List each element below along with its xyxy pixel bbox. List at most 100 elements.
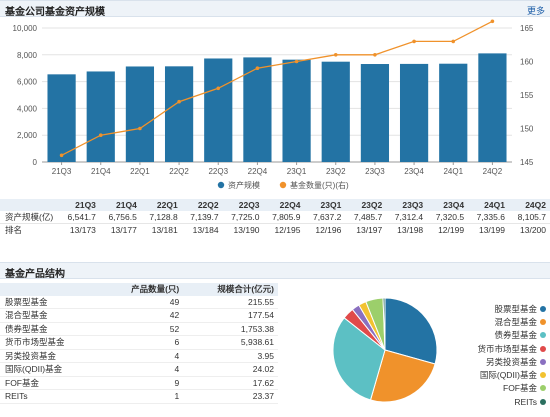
table-cell: 7,637.2 bbox=[304, 211, 346, 224]
fund-count: 4 bbox=[101, 349, 184, 363]
line-point bbox=[490, 19, 495, 24]
table-header-cell: 23Q1 bbox=[304, 199, 346, 211]
legend-dot bbox=[540, 358, 546, 365]
x-tick-label: 23Q1 bbox=[287, 167, 307, 176]
fund-scale: 177.54 bbox=[183, 308, 278, 323]
x-tick-label: 21Q4 bbox=[91, 167, 111, 176]
product-structure-pie bbox=[332, 297, 438, 403]
x-tick-label: 22Q3 bbox=[208, 167, 228, 176]
table-cell: 7,805.9 bbox=[263, 211, 305, 224]
pie-legend-item[interactable]: REITs bbox=[466, 395, 550, 408]
y-right-tick-label: 160 bbox=[520, 58, 534, 67]
legend-dot bbox=[540, 372, 546, 379]
line-point bbox=[451, 39, 456, 44]
table-row: 排名 13/173 13/177 13/181 13/184 13/190 12… bbox=[0, 224, 550, 237]
line-point bbox=[138, 126, 142, 131]
table-row: 混合型基金 42 177.54 bbox=[0, 308, 278, 323]
fund-scale: 24.02 bbox=[183, 362, 278, 377]
legend-dot bbox=[540, 345, 546, 352]
x-tick-label: 22Q2 bbox=[169, 167, 189, 176]
legend-label: 股票型基金 bbox=[494, 303, 537, 314]
table-cell: 7,139.7 bbox=[181, 211, 223, 224]
fund-type-label: 另类投资基金 bbox=[0, 349, 101, 363]
table-header-cell: 22Q2 bbox=[181, 199, 223, 211]
y-left-tick-label: 0 bbox=[33, 158, 38, 167]
legend-dot bbox=[540, 332, 546, 339]
table-row: 国际(QDII)基金 4 24.02 bbox=[0, 362, 278, 377]
line-point bbox=[373, 53, 377, 57]
fund-scale: 5,938.61 bbox=[183, 335, 278, 350]
table-cell: 7,312.4 bbox=[386, 211, 428, 224]
line-point bbox=[59, 153, 64, 158]
line-point bbox=[98, 133, 103, 137]
table-header-cell: 23Q3 bbox=[386, 199, 428, 211]
line-point bbox=[294, 59, 299, 64]
pie-legend-item[interactable]: 混合型基金 bbox=[466, 315, 550, 328]
x-tick-label: 23Q3 bbox=[365, 167, 385, 176]
x-tick-label: 24Q1 bbox=[443, 167, 463, 176]
fund-type-label: 股票型基金 bbox=[0, 295, 101, 309]
table-header-cell bbox=[0, 199, 59, 211]
fund-count: 9 bbox=[101, 376, 184, 390]
table-row: 债券型基金 52 1,753.38 bbox=[0, 322, 278, 336]
bar bbox=[164, 66, 194, 162]
table-row: 资产规模(亿) 6,541.7 6,756.5 7,128.8 7,139.7 … bbox=[0, 211, 550, 224]
legend-label: FOF基金 bbox=[503, 383, 537, 394]
bar bbox=[47, 74, 76, 162]
x-tick-label: 24Q2 bbox=[483, 167, 503, 176]
pie-legend-item[interactable]: 国际(QDII)基金 bbox=[466, 368, 550, 381]
section-header-asset-scale: 基金公司基金资产规模 更多 bbox=[0, 0, 550, 18]
legend-dot bbox=[540, 305, 546, 312]
row-label: 资产规模(亿) bbox=[0, 211, 59, 224]
table-cell: 7,320.5 bbox=[427, 211, 469, 224]
legend-label: 另类投资基金 bbox=[485, 356, 537, 367]
table-cell: 13/184 bbox=[192, 225, 219, 235]
line-point bbox=[333, 53, 338, 57]
pie-legend-item[interactable]: 货币市场型基金 bbox=[466, 342, 550, 355]
table-cell: 8,105.7 bbox=[508, 211, 550, 224]
table-header-cell: 24Q1 bbox=[468, 199, 509, 211]
fund-type-label: 国际(QDII)基金 bbox=[0, 362, 101, 377]
y-right-tick-label: 155 bbox=[520, 91, 534, 100]
table-cell: 7,725.0 bbox=[222, 211, 264, 224]
x-tick-label: 23Q2 bbox=[326, 167, 346, 176]
table-header-cell: 22Q1 bbox=[140, 199, 182, 211]
fund-scale: 3.95 bbox=[183, 349, 278, 363]
pie-legend-item[interactable]: FOF基金 bbox=[466, 382, 550, 395]
pie-legend: 股票型基金 混合型基金 债券型基金 货币市场型基金 另类投资基金 国际(QDII… bbox=[466, 302, 550, 408]
x-tick-label: 22Q1 bbox=[130, 167, 150, 176]
table-row: 股票型基金 49 215.55 bbox=[0, 295, 278, 309]
table-header-row: 产品数量(只) 规模合计(亿元) bbox=[0, 283, 278, 296]
pie-legend-item[interactable]: 股票型基金 bbox=[466, 302, 550, 315]
table-cell: 7,335.6 bbox=[468, 211, 509, 224]
table-cell: 13/198 bbox=[397, 225, 424, 235]
fund-count: 4 bbox=[101, 362, 184, 377]
fund-count: 49 bbox=[101, 295, 184, 309]
table-row: 另类投资基金 4 3.95 bbox=[0, 349, 278, 363]
y-right-tick-label: 165 bbox=[520, 24, 534, 33]
fund-scale: 17.62 bbox=[183, 376, 278, 390]
table-cell: 13/173 bbox=[69, 225, 96, 235]
bar bbox=[86, 71, 115, 162]
y-left-tick-label: 8,000 bbox=[17, 51, 38, 60]
table-header-cell bbox=[0, 283, 101, 296]
row-label: 排名 bbox=[5, 225, 23, 235]
line-point bbox=[412, 39, 416, 44]
legend-label: 混合型基金 bbox=[494, 316, 537, 327]
table-header-cell: 21Q4 bbox=[99, 199, 141, 211]
table-header-cell: 23Q4 bbox=[427, 199, 469, 211]
table-cell: 13/181 bbox=[151, 225, 178, 235]
x-tick-label: 21Q3 bbox=[52, 167, 72, 176]
y-left-tick-label: 2,000 bbox=[17, 131, 38, 140]
legend-label: 基金数量(只)(右) bbox=[290, 180, 349, 190]
x-tick-label: 22Q4 bbox=[248, 167, 268, 176]
pie-legend-item[interactable]: 另类投资基金 bbox=[466, 355, 550, 368]
table-cell: 6,756.5 bbox=[99, 211, 141, 224]
legend-swatch-bars bbox=[217, 181, 225, 189]
pie-legend-item[interactable]: 债券型基金 bbox=[466, 329, 550, 342]
legend-label: 债券型基金 bbox=[494, 330, 537, 341]
bar bbox=[125, 66, 155, 162]
legend-dot bbox=[540, 398, 546, 405]
table-header-cell: 24Q2 bbox=[508, 199, 550, 211]
legend-label: 货币市场型基金 bbox=[477, 343, 537, 354]
